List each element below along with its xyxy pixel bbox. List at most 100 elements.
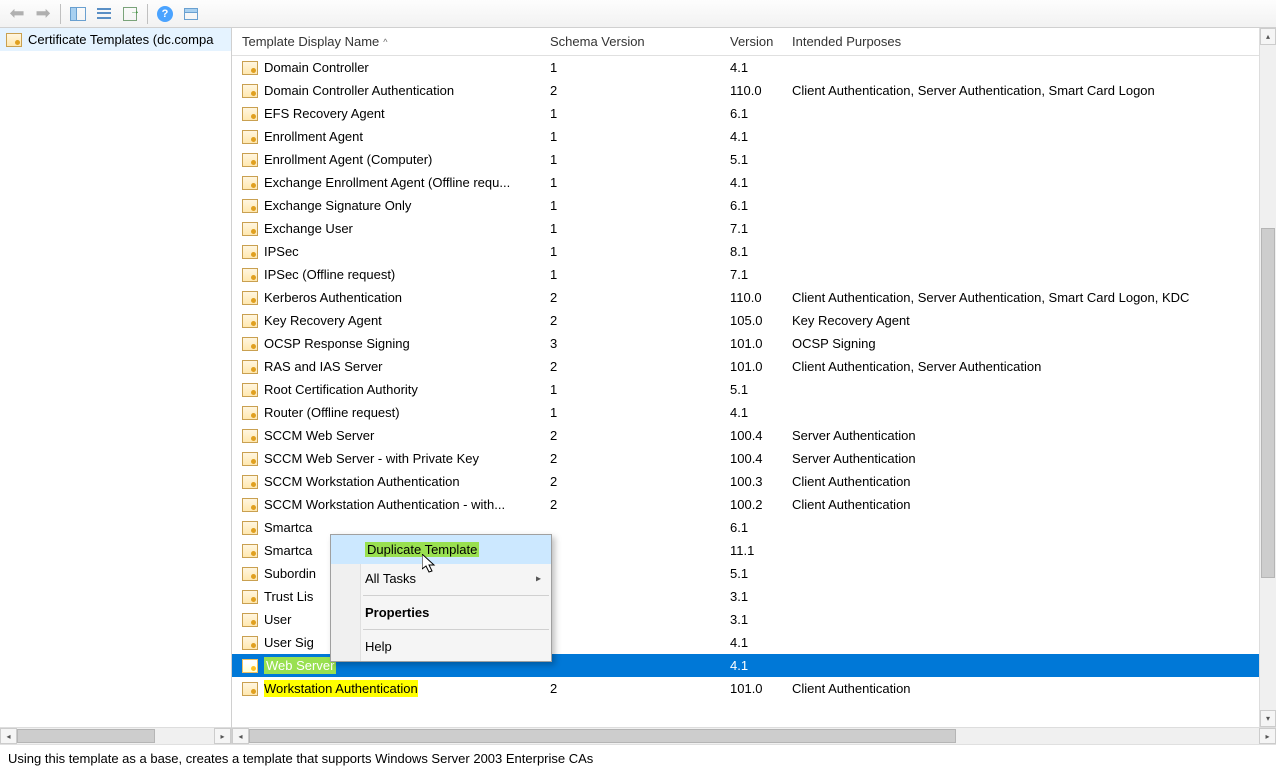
row-version: 110.0 [720, 290, 782, 305]
row-schema: 2 [540, 681, 720, 696]
table-row[interactable]: Exchange Signature Only16.1 [232, 194, 1276, 217]
table-row[interactable]: SCCM Workstation Authentication - with..… [232, 493, 1276, 516]
header-schema-version[interactable]: Schema Version [540, 28, 720, 55]
table-row[interactable]: Enrollment Agent (Computer)15.1 [232, 148, 1276, 171]
certificate-icon [242, 521, 258, 535]
row-name: Web Server [264, 657, 336, 674]
table-row[interactable]: Domain Controller14.1 [232, 56, 1276, 79]
sidebar-horizontal-scrollbar[interactable]: ◂ ▸ [0, 727, 231, 744]
row-schema: 2 [540, 451, 720, 466]
menu-item-all-tasks[interactable]: All Tasks [331, 564, 551, 593]
scroll-right-button[interactable]: ▸ [1259, 728, 1276, 744]
menu-item-label: Duplicate Template [365, 542, 479, 557]
help-button[interactable]: ? [153, 2, 177, 26]
row-name: Enrollment Agent (Computer) [264, 152, 432, 167]
row-version: 5.1 [720, 566, 782, 581]
row-version: 6.1 [720, 520, 782, 535]
scroll-left-button[interactable]: ◂ [0, 728, 17, 744]
row-purposes: OCSP Signing [782, 336, 1276, 351]
window-button[interactable] [179, 2, 203, 26]
table-row[interactable]: IPSec 18.1 [232, 240, 1276, 263]
forward-button[interactable]: ➡ [31, 2, 55, 26]
menu-item-help[interactable]: Help [331, 632, 551, 661]
row-name: Exchange User [264, 221, 353, 236]
header-template-display-name[interactable]: Template Display Name [232, 28, 540, 55]
scroll-right-button[interactable]: ▸ [214, 728, 231, 744]
row-version: 100.4 [720, 428, 782, 443]
row-purposes: Client Authentication, Server Authentica… [782, 83, 1276, 98]
scroll-up-button[interactable]: ▴ [1260, 28, 1276, 45]
table-row[interactable]: OCSP Response Signing3101.0OCSP Signing [232, 332, 1276, 355]
table-row[interactable]: Kerberos Authentication 2110.0Client Auth… [232, 286, 1276, 309]
row-name: Subordin [264, 566, 316, 581]
row-schema: 2 [540, 313, 720, 328]
header-version[interactable]: Version [720, 28, 782, 55]
row-name: Exchange Signature Only [264, 198, 411, 213]
row-purposes: Client Authentication, Server Authentica… [782, 290, 1276, 305]
scroll-left-button[interactable]: ◂ [232, 728, 249, 744]
table-row[interactable]: SCCM Web Server2100.4Server Authenticati… [232, 424, 1276, 447]
certificate-icon [242, 475, 258, 489]
certificate-icon [242, 567, 258, 581]
vertical-scrollbar[interactable]: ▴ ▾ [1259, 28, 1276, 727]
table-row[interactable]: SCCM Web Server - with Private Key2100.4… [232, 447, 1276, 470]
list-view-button[interactable] [92, 2, 116, 26]
export-button[interactable] [118, 2, 142, 26]
row-name: Domain Controller [264, 60, 369, 75]
row-purposes: Server Authentication [782, 428, 1276, 443]
row-schema: 3 [540, 336, 720, 351]
row-purposes: Client Authentication [782, 474, 1276, 489]
row-schema: 2 [540, 428, 720, 443]
certificate-icon [242, 245, 258, 259]
scroll-thumb[interactable] [249, 729, 956, 743]
certificate-icon [242, 659, 258, 673]
status-bar: Using this template as a base, creates a… [0, 744, 1276, 774]
row-schema: 1 [540, 244, 720, 259]
certificate-icon [242, 613, 258, 627]
row-version: 5.1 [720, 152, 782, 167]
row-name: IPSec [264, 244, 299, 259]
menu-item-duplicate-template[interactable]: Duplicate Template [331, 535, 551, 564]
certificate-icon [242, 268, 258, 282]
back-button[interactable]: ⬅ [5, 2, 29, 26]
table-row[interactable]: SCCM Workstation Authentication2100.3Cli… [232, 470, 1276, 493]
table-row[interactable]: Workstation Authentication2101.0Client A… [232, 677, 1276, 700]
header-intended-purposes[interactable]: Intended Purposes [782, 28, 1276, 55]
certificate-icon [242, 222, 258, 236]
row-schema: 1 [540, 60, 720, 75]
tree-item-label: Certificate Templates (dc.compa [28, 32, 213, 47]
scroll-down-button[interactable]: ▾ [1260, 710, 1276, 727]
table-row[interactable]: Key Recovery Agent2105.0Key Recovery Age… [232, 309, 1276, 332]
row-version: 4.1 [720, 658, 782, 673]
certificate-icon [242, 498, 258, 512]
scroll-thumb[interactable] [17, 729, 155, 743]
row-name: Domain Controller Authentication [264, 83, 454, 98]
certificate-icon [242, 590, 258, 604]
table-row[interactable]: Root Certification Authority15.1 [232, 378, 1276, 401]
row-name: Key Recovery Agent [264, 313, 382, 328]
table-row[interactable]: Exchange Enrollment Agent (Offline requ.… [232, 171, 1276, 194]
scroll-thumb[interactable] [1261, 228, 1275, 578]
table-row[interactable]: IPSec (Offline request)17.1 [232, 263, 1276, 286]
table-row[interactable]: Exchange User17.1 [232, 217, 1276, 240]
row-version: 100.2 [720, 497, 782, 512]
content-horizontal-scrollbar[interactable]: ◂ ▸ [232, 727, 1276, 744]
row-purposes: Key Recovery Agent [782, 313, 1276, 328]
tree-item-certificate-templates[interactable]: Certificate Templates (dc.compa [0, 28, 231, 51]
row-schema: 2 [540, 290, 720, 305]
table-row[interactable]: RAS and IAS Server2101.0Client Authentic… [232, 355, 1276, 378]
tree-pane: Certificate Templates (dc.compa ◂ ▸ [0, 28, 232, 744]
show-pane-button[interactable] [66, 2, 90, 26]
menu-item-properties[interactable]: Properties [331, 598, 551, 627]
table-row[interactable]: Router (Offline request)14.1 [232, 401, 1276, 424]
row-name: SCCM Workstation Authentication - with..… [264, 497, 505, 512]
row-version: 8.1 [720, 244, 782, 259]
table-row[interactable]: EFS Recovery Agent16.1 [232, 102, 1276, 125]
row-schema: 1 [540, 267, 720, 282]
table-row[interactable]: Domain Controller Authentication2110.0Cl… [232, 79, 1276, 102]
row-name: Kerberos Authentication [264, 290, 402, 305]
table-row[interactable]: Enrollment Agent14.1 [232, 125, 1276, 148]
certificate-icon [242, 452, 258, 466]
row-name: Router (Offline request) [264, 405, 400, 420]
row-version: 4.1 [720, 175, 782, 190]
